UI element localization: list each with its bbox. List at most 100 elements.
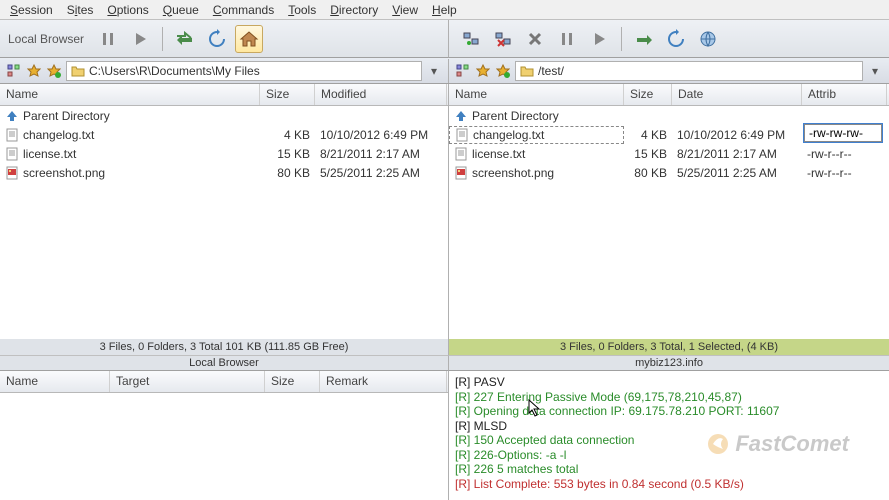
file-name: changelog.txt [23,128,94,142]
cell-date: 5/25/2011 2:25 AM [672,165,802,181]
remote-pane: NameSizeDateAttrib Parent Directory chang… [449,84,889,339]
attrib-edit-input[interactable] [804,124,882,142]
png-icon [454,166,468,180]
menubar: Session Sites Options Queue Commands Too… [0,0,889,20]
file-name: license.txt [23,147,76,161]
txt-icon [454,147,468,161]
refresh-icon[interactable] [203,25,231,53]
file-name: license.txt [472,147,525,161]
cell-size: 80 KB [624,165,672,181]
column-header[interactable]: Target [110,371,265,392]
log-panel[interactable]: FastComet [R] PASV[R] 227 Entering Passi… [449,371,889,500]
column-header[interactable]: Size [624,84,672,105]
chevron-down-icon[interactable]: ▾ [426,63,442,79]
log-line: [R] 227 Entering Passive Mode (69,175,78… [455,390,883,405]
menu-tools[interactable]: Tools [282,1,322,19]
tree-icon[interactable] [455,63,471,79]
toolbar-local: Local Browser [0,20,449,58]
cell-date: 8/21/2011 2:17 AM [672,146,802,162]
txt-icon [5,147,19,161]
remote-file-list[interactable]: Parent Directorychangelog.txt4 KB10/10/2… [449,106,889,339]
play-remote-icon[interactable] [585,25,613,53]
file-row[interactable]: screenshot.png80 KB5/25/2011 2:25 AM [0,163,448,182]
column-header[interactable]: Size [265,371,320,392]
file-name: screenshot.png [23,166,105,180]
path-local: C:\Users\R\Documents\My Files ▾ [0,59,449,83]
local-status: 3 Files, 0 Folders, 3 Total 101 KB (111.… [0,339,449,355]
file-row[interactable]: changelog.txt4 KB10/10/2012 6:49 PM [0,125,448,144]
cell-date [672,115,802,117]
menu-commands[interactable]: Commands [207,1,280,19]
txt-icon [5,128,19,142]
connect-icon[interactable] [457,25,485,53]
column-header[interactable]: Modified [315,84,447,105]
column-header[interactable]: Remark [320,371,447,392]
star-icon[interactable] [475,63,491,79]
play-icon[interactable] [126,25,154,53]
toolbar-separator [162,27,163,51]
path-remote-field[interactable]: /test/ [515,61,863,81]
column-header[interactable]: Name [0,84,260,105]
queue-list[interactable] [0,393,448,500]
abort-icon[interactable] [521,25,549,53]
star-icon[interactable] [26,63,42,79]
toolbar-separator [621,27,622,51]
transfer-icon[interactable] [171,25,199,53]
status-row: 3 Files, 0 Folders, 3 Total 101 KB (111.… [0,339,889,355]
cell-name: changelog.txt [449,126,624,144]
local-pane: NameSizeModified Parent Directory changel… [0,84,449,339]
star-add-icon[interactable] [46,63,62,79]
menu-view[interactable]: View [386,1,424,19]
bottom-row: NameTargetSizeRemark FastComet [R] PASV[… [0,371,889,500]
path-local-field[interactable]: C:\Users\R\Documents\My Files [66,61,422,81]
home-icon[interactable] [235,25,263,53]
path-remote: /test/ ▾ [449,59,889,83]
globe-icon[interactable] [694,25,722,53]
column-header[interactable]: Date [672,84,802,105]
local-pane-label: Local Browser [0,355,449,371]
file-row[interactable]: Parent Directory [0,106,448,125]
transfer-remote-icon[interactable] [630,25,658,53]
toolbar: Local Browser [0,20,889,58]
cell-name: Parent Directory [449,108,624,124]
file-row[interactable]: screenshot.png80 KB5/25/2011 2:25 AM-rw-… [449,163,889,182]
file-row[interactable]: license.txt 15 KB8/21/2011 2:17 AM-rw-r--… [449,144,889,163]
menu-sites[interactable]: Sites [61,1,100,19]
disconnect-icon[interactable] [489,25,517,53]
chevron-down-icon[interactable]: ▾ [867,63,883,79]
panes: NameSizeModified Parent Directorychangel… [0,84,889,339]
file-name: screenshot.png [472,166,554,180]
remote-pane-label: mybiz123.info [449,355,889,371]
tree-icon[interactable] [6,63,22,79]
file-name: Parent Directory [23,109,110,123]
pause-remote-icon[interactable] [553,25,581,53]
star-add-icon[interactable] [495,63,511,79]
path-bar: C:\Users\R\Documents\My Files ▾ /test/ ▾ [0,58,889,84]
pause-icon[interactable] [94,25,122,53]
cell-modified: 10/10/2012 6:49 PM [315,127,447,143]
toolbar-remote [449,20,889,58]
cell-name: screenshot.png [0,165,260,181]
menu-session[interactable]: Session [4,1,59,19]
cell-size: 15 KB [624,146,672,162]
column-header[interactable]: Size [260,84,315,105]
folder-icon [71,64,85,78]
cell-size [260,115,315,117]
refresh-remote-icon[interactable] [662,25,690,53]
column-header[interactable]: Name [449,84,624,105]
log-line: [R] Opening data connection IP: 69.175.7… [455,404,883,419]
local-browser-label: Local Browser [8,32,84,46]
menu-directory[interactable]: Directory [324,1,384,19]
file-row[interactable]: Parent Directory [449,106,889,125]
cell-date: 10/10/2012 6:49 PM [672,127,802,143]
file-row[interactable]: license.txt15 KB8/21/2011 2:17 AM [0,144,448,163]
column-header[interactable]: Attrib [802,84,887,105]
log-line: [R] List Complete: 553 bytes in 0.84 sec… [455,477,883,492]
menu-help[interactable]: Help [426,1,463,19]
cell-name: license.txt [0,146,260,162]
cell-attrib: -rw-r--r-- [802,146,887,162]
menu-options[interactable]: Options [101,1,154,19]
menu-queue[interactable]: Queue [157,1,205,19]
local-file-list[interactable]: Parent Directory changelog.txt4 KB10/10/2… [0,106,448,339]
column-header[interactable]: Name [0,371,110,392]
